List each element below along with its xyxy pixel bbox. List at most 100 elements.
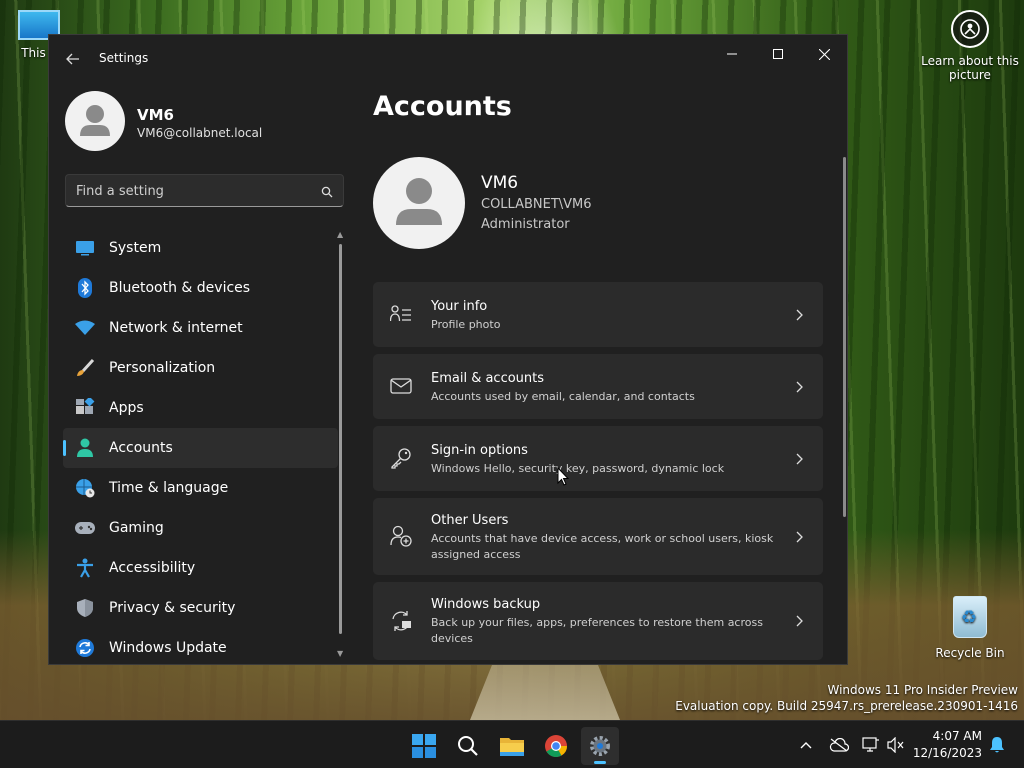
card-your-info[interactable]: Your info Profile photo [373,282,823,347]
person-icon [75,438,95,458]
desktop-icon-recycle-bin[interactable]: Recycle Bin [920,596,1020,660]
nav-item-windows-update[interactable]: Windows Update [63,628,338,664]
desktop-icon-learn-about-picture[interactable]: Learn about this picture [920,10,1020,82]
nav-item-label: Network & internet [109,320,243,336]
tray-overflow-button[interactable] [795,734,817,756]
nav-item-time-language[interactable]: Time & language [63,468,338,508]
card-subtitle: Accounts used by email, calendar, and co… [431,390,695,403]
card-other-users[interactable]: Other Users Accounts that have device ac… [373,498,823,575]
cloud-off-icon [829,738,849,752]
nav-item-personalization[interactable]: Personalization [63,348,338,388]
account-user-domain: COLLABNET\VM6 [481,197,592,212]
taskbar: 4:07 AM 12/16/2023 [0,720,1024,768]
chevron-up-icon [800,742,812,749]
recycle-bin-icon [953,596,987,638]
nav-item-accessibility[interactable]: Accessibility [63,548,338,588]
avatar-large [373,157,465,249]
tray-network[interactable] [860,734,882,756]
bluetooth-icon [75,278,95,298]
user-profile-header[interactable]: VM6 VM6@collabnet.local [65,91,345,151]
nav-scrollbar[interactable]: ▲ ▼ [337,230,345,658]
watermark-line-1: Windows 11 Pro Insider Preview [827,683,1018,697]
scrollbar-thumb[interactable] [339,244,342,634]
nav-item-label: Gaming [109,520,164,536]
close-icon [818,48,830,60]
card-sign-in-options[interactable]: Sign-in options Windows Hello, security … [373,426,823,491]
key-icon [389,446,413,470]
card-title: Sign-in options [431,443,528,458]
clock-time: 4:07 AM [932,729,982,743]
tray-notifications[interactable] [986,734,1008,756]
arrow-left-icon [66,53,79,65]
desktop-icon-label: Recycle Bin [935,646,1005,660]
nav-item-apps[interactable]: Apps [63,388,338,428]
chevron-right-icon [793,380,805,394]
backup-icon [389,609,413,633]
card-subtitle: Profile photo [431,318,501,331]
settings-window: Settings VM6 VM6@collabnet.local System [48,34,848,665]
nav-item-label: Time & language [109,480,229,496]
accessibility-icon [75,558,95,578]
search-input[interactable] [76,182,306,200]
nav-item-label: Accounts [109,440,173,456]
card-title: Your info [431,299,488,314]
main-scrollbar[interactable] [843,157,846,517]
avatar [65,91,125,151]
title-bar[interactable]: Settings [49,35,847,83]
scroll-up-icon[interactable]: ▲ [337,230,343,239]
card-subtitle: Back up your files, apps, preferences to… [431,616,763,645]
card-title: Email & accounts [431,371,545,386]
apps-icon [75,398,95,418]
settings-icon [590,736,610,756]
watermark-line-2: Evaluation copy. Build 25947.rs_prerelea… [675,699,1018,713]
settings-search[interactable] [65,174,344,207]
chevron-right-icon [793,452,805,466]
maximize-button[interactable] [755,39,801,69]
nav-item-label: Apps [109,400,144,416]
card-title: Other Users [431,513,509,528]
account-user-role: Administrator [481,217,570,232]
chevron-right-icon [793,308,805,322]
taskbar-search-button[interactable] [449,727,487,765]
taskbar-file-explorer[interactable] [493,727,531,765]
taskbar-chrome[interactable] [537,727,575,765]
search-icon [458,736,478,756]
account-user-name: VM6 [481,173,519,193]
back-button[interactable] [61,49,85,69]
start-button[interactable] [405,727,443,765]
nav-item-label: Accessibility [109,560,196,576]
tray-onedrive[interactable] [828,734,850,756]
person-list-icon [389,302,413,326]
tray-volume[interactable] [885,734,907,756]
card-windows-backup[interactable]: Windows backup Back up your files, apps,… [373,582,823,660]
taskbar-clock[interactable]: 4:07 AM 12/16/2023 [913,728,982,762]
desktop-icon-label: Learn about this picture [921,54,1019,82]
nav-item-gaming[interactable]: Gaming [63,508,338,548]
taskbar-settings[interactable] [581,727,619,765]
bell-icon [990,737,1004,753]
close-button[interactable] [801,39,847,69]
card-title: Windows backup [431,597,541,612]
chevron-right-icon [793,614,805,628]
nav-item-label: Personalization [109,360,216,376]
scroll-down-icon[interactable]: ▼ [337,649,343,658]
card-email-accounts[interactable]: Email & accounts Accounts used by email,… [373,354,823,419]
nav-item-network[interactable]: Network & internet [63,308,338,348]
minimize-icon [727,53,737,55]
nav-item-label: Privacy & security [109,600,236,616]
minimize-button[interactable] [709,39,755,69]
nav-item-accounts[interactable]: Accounts [63,428,338,468]
nav-item-label: Bluetooth & devices [109,280,251,296]
gamepad-icon [75,518,95,538]
file-explorer-icon [500,738,524,756]
nav-item-label: System [109,240,162,256]
nav-item-system[interactable]: System [63,228,338,268]
chevron-right-icon [793,530,805,544]
start-icon [412,734,436,758]
clock-date: 12/16/2023 [912,746,982,760]
nav-item-bluetooth[interactable]: Bluetooth & devices [63,268,338,308]
os-watermark: Windows 11 Pro Insider Preview Evaluatio… [675,682,1018,714]
nav-item-privacy-security[interactable]: Privacy & security [63,588,338,628]
system-icon [75,238,95,258]
maximize-icon [773,49,783,59]
